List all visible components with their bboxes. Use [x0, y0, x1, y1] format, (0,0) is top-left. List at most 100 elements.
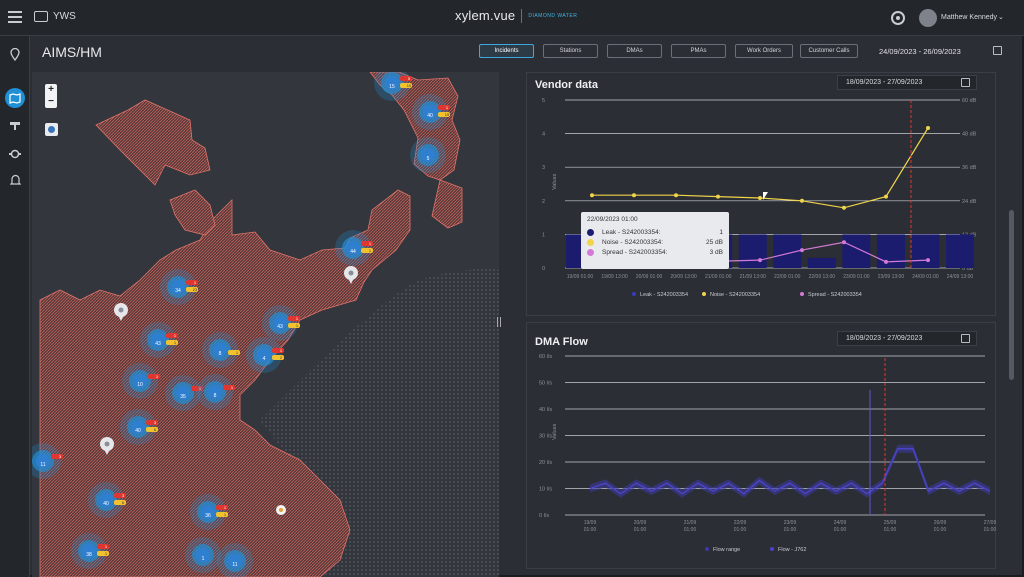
dma-date-range[interactable]: 18/09/2023 - 27/09/2023 [837, 331, 977, 346]
warning-badge-count: 10 [407, 83, 412, 88]
vendor-date-to: 27/09/2023 [887, 79, 923, 86]
top-bar: YWS xylem.vue DIAMOND WATER Matthew Kenn… [0, 0, 1024, 36]
tooltip-label: Leak - S242003354: [602, 228, 661, 236]
alarm-badge [288, 316, 300, 321]
leak-dot-icon [587, 228, 594, 236]
cluster-count: 10 [137, 382, 143, 388]
cluster-count: 4 [263, 356, 266, 362]
warning-badge [216, 512, 228, 517]
pin-center [118, 307, 124, 313]
zoom-control: + − [45, 84, 57, 108]
alarm-badge [146, 420, 158, 425]
tab-pmas[interactable]: PMAs [671, 44, 726, 58]
hydrant-icon[interactable] [5, 116, 25, 136]
layers-icon[interactable] [45, 123, 58, 136]
map-canvas[interactable]: 15510401155441134123431143118 14121013518… [32, 72, 499, 577]
tab-incidents[interactable]: Incidents [479, 44, 534, 58]
cluster-count: 36 [205, 513, 211, 519]
cluster-count: 35 [180, 394, 186, 400]
alarm-badge [272, 348, 284, 353]
cluster-count: 8 [219, 351, 222, 357]
org-icon [34, 11, 48, 22]
alarm-badge [97, 544, 109, 549]
cluster-count: 15 [389, 84, 395, 90]
pin-center [348, 270, 354, 276]
panel-resize-handle[interactable] [497, 317, 501, 327]
org-switcher[interactable]: YWS [34, 11, 76, 22]
tooltip-label: Noise - S242003354: [602, 238, 664, 246]
cluster-count: 40 [135, 428, 141, 434]
logo-text: xylem.vue [455, 8, 516, 23]
bell-icon[interactable] [5, 170, 25, 190]
vendor-date-range[interactable]: 18/09/2023 - 27/09/2023 [837, 75, 977, 90]
tooltip-value: 3 dB [709, 248, 723, 256]
cluster-count: 44 [350, 249, 356, 255]
warning-badge [97, 551, 109, 556]
alarm-badge [438, 105, 450, 110]
tooltip-row-leak: Leak - S242003354: 1 [587, 227, 723, 237]
alarm-badge [51, 454, 63, 459]
date-to: 26/09/2023 [923, 47, 961, 56]
tab-dmas[interactable]: DMAs [607, 44, 662, 58]
incident-cluster[interactable]: 5 [410, 137, 446, 173]
warning-badge [272, 355, 284, 360]
cluster-count: 5 [427, 156, 430, 162]
noise-dot-icon [587, 238, 594, 246]
tab-customer-calls[interactable]: Customer Calls [800, 44, 858, 58]
pin-center [104, 441, 110, 447]
app-logo: xylem.vue DIAMOND WATER [455, 8, 577, 23]
tooltip-row-noise: Noise - S242003354: 25 dB [587, 237, 723, 247]
chevron-down-icon[interactable]: ⌄ [998, 13, 1004, 21]
map-view[interactable]: 15 5 10 40 1 15 5 44 1 1 34 1 23 43 1 1 43 1 1 8 1 4 1 2 10 1 35 1 8… [32, 72, 499, 577]
vendor-date-from: 18/09/2023 [846, 79, 882, 86]
left-rail [0, 36, 30, 577]
avatar[interactable] [919, 9, 937, 27]
tab-stations[interactable]: Stations [543, 44, 598, 58]
vendor-date-separator: - [883, 79, 886, 86]
org-label: YWS [53, 11, 76, 22]
panel-scrollbar[interactable] [1009, 210, 1014, 380]
alarm-badge [148, 374, 160, 379]
alarm-badge [114, 493, 126, 498]
dma-calendar-icon[interactable] [961, 334, 970, 343]
tooltip-value: 1 [719, 228, 723, 236]
chart-tooltip: 22/09/2023 01:00 Leak - S242003354: 1 No… [581, 212, 729, 269]
location-pin-icon[interactable] [5, 44, 25, 64]
cluster-count: 8 [214, 393, 217, 399]
date-from: 24/09/2023 [879, 47, 917, 56]
page-title: AIMS/HM [42, 44, 102, 60]
alarm-badge [216, 505, 228, 510]
dma-date-to: 27/09/2023 [887, 335, 923, 342]
alarm-badge [400, 76, 412, 81]
zoom-in-button[interactable]: + [45, 84, 57, 96]
user-name[interactable]: Matthew Kennedy [941, 14, 997, 21]
calendar-icon[interactable] [993, 46, 1002, 55]
logo-subtitle: DIAMOND WATER [528, 12, 578, 19]
tooltip-row-spread: Spread - S242003354: 3 dB [587, 247, 723, 257]
warning-badge [288, 323, 300, 328]
global-date-range[interactable]: 24/09/2023 - 26/09/2023 [879, 47, 961, 56]
tooltip-value: 25 dB [706, 238, 723, 246]
logo-divider [521, 8, 523, 23]
warning-badge [166, 340, 178, 345]
tooltip-label: Spread - S242003354: [602, 248, 668, 256]
cluster-count: 38 [86, 552, 92, 558]
alarm-badge [166, 333, 178, 338]
warning-badge-count: 23 [193, 287, 198, 292]
zoom-out-button[interactable]: − [45, 96, 57, 108]
selected-asset-dot [279, 508, 283, 512]
spread-dot-icon [587, 248, 594, 256]
warning-badge-count: 15 [445, 112, 450, 117]
gear-icon[interactable] [891, 11, 905, 25]
incident-cluster[interactable]: 1 [185, 537, 221, 573]
menu-icon[interactable] [8, 11, 22, 23]
map-icon[interactable] [5, 88, 25, 108]
vendor-calendar-icon[interactable] [961, 78, 970, 87]
alarm-badge [186, 280, 198, 285]
alarm-badge [361, 241, 373, 246]
tab-work-orders[interactable]: Work Orders [735, 44, 793, 58]
alarm-badge [223, 385, 235, 390]
cluster-count: 11 [40, 462, 45, 468]
vendor-data-panel: Vendor data 18/09/2023 - 27/09/2023 [526, 72, 996, 316]
pump-icon[interactable] [5, 144, 25, 164]
